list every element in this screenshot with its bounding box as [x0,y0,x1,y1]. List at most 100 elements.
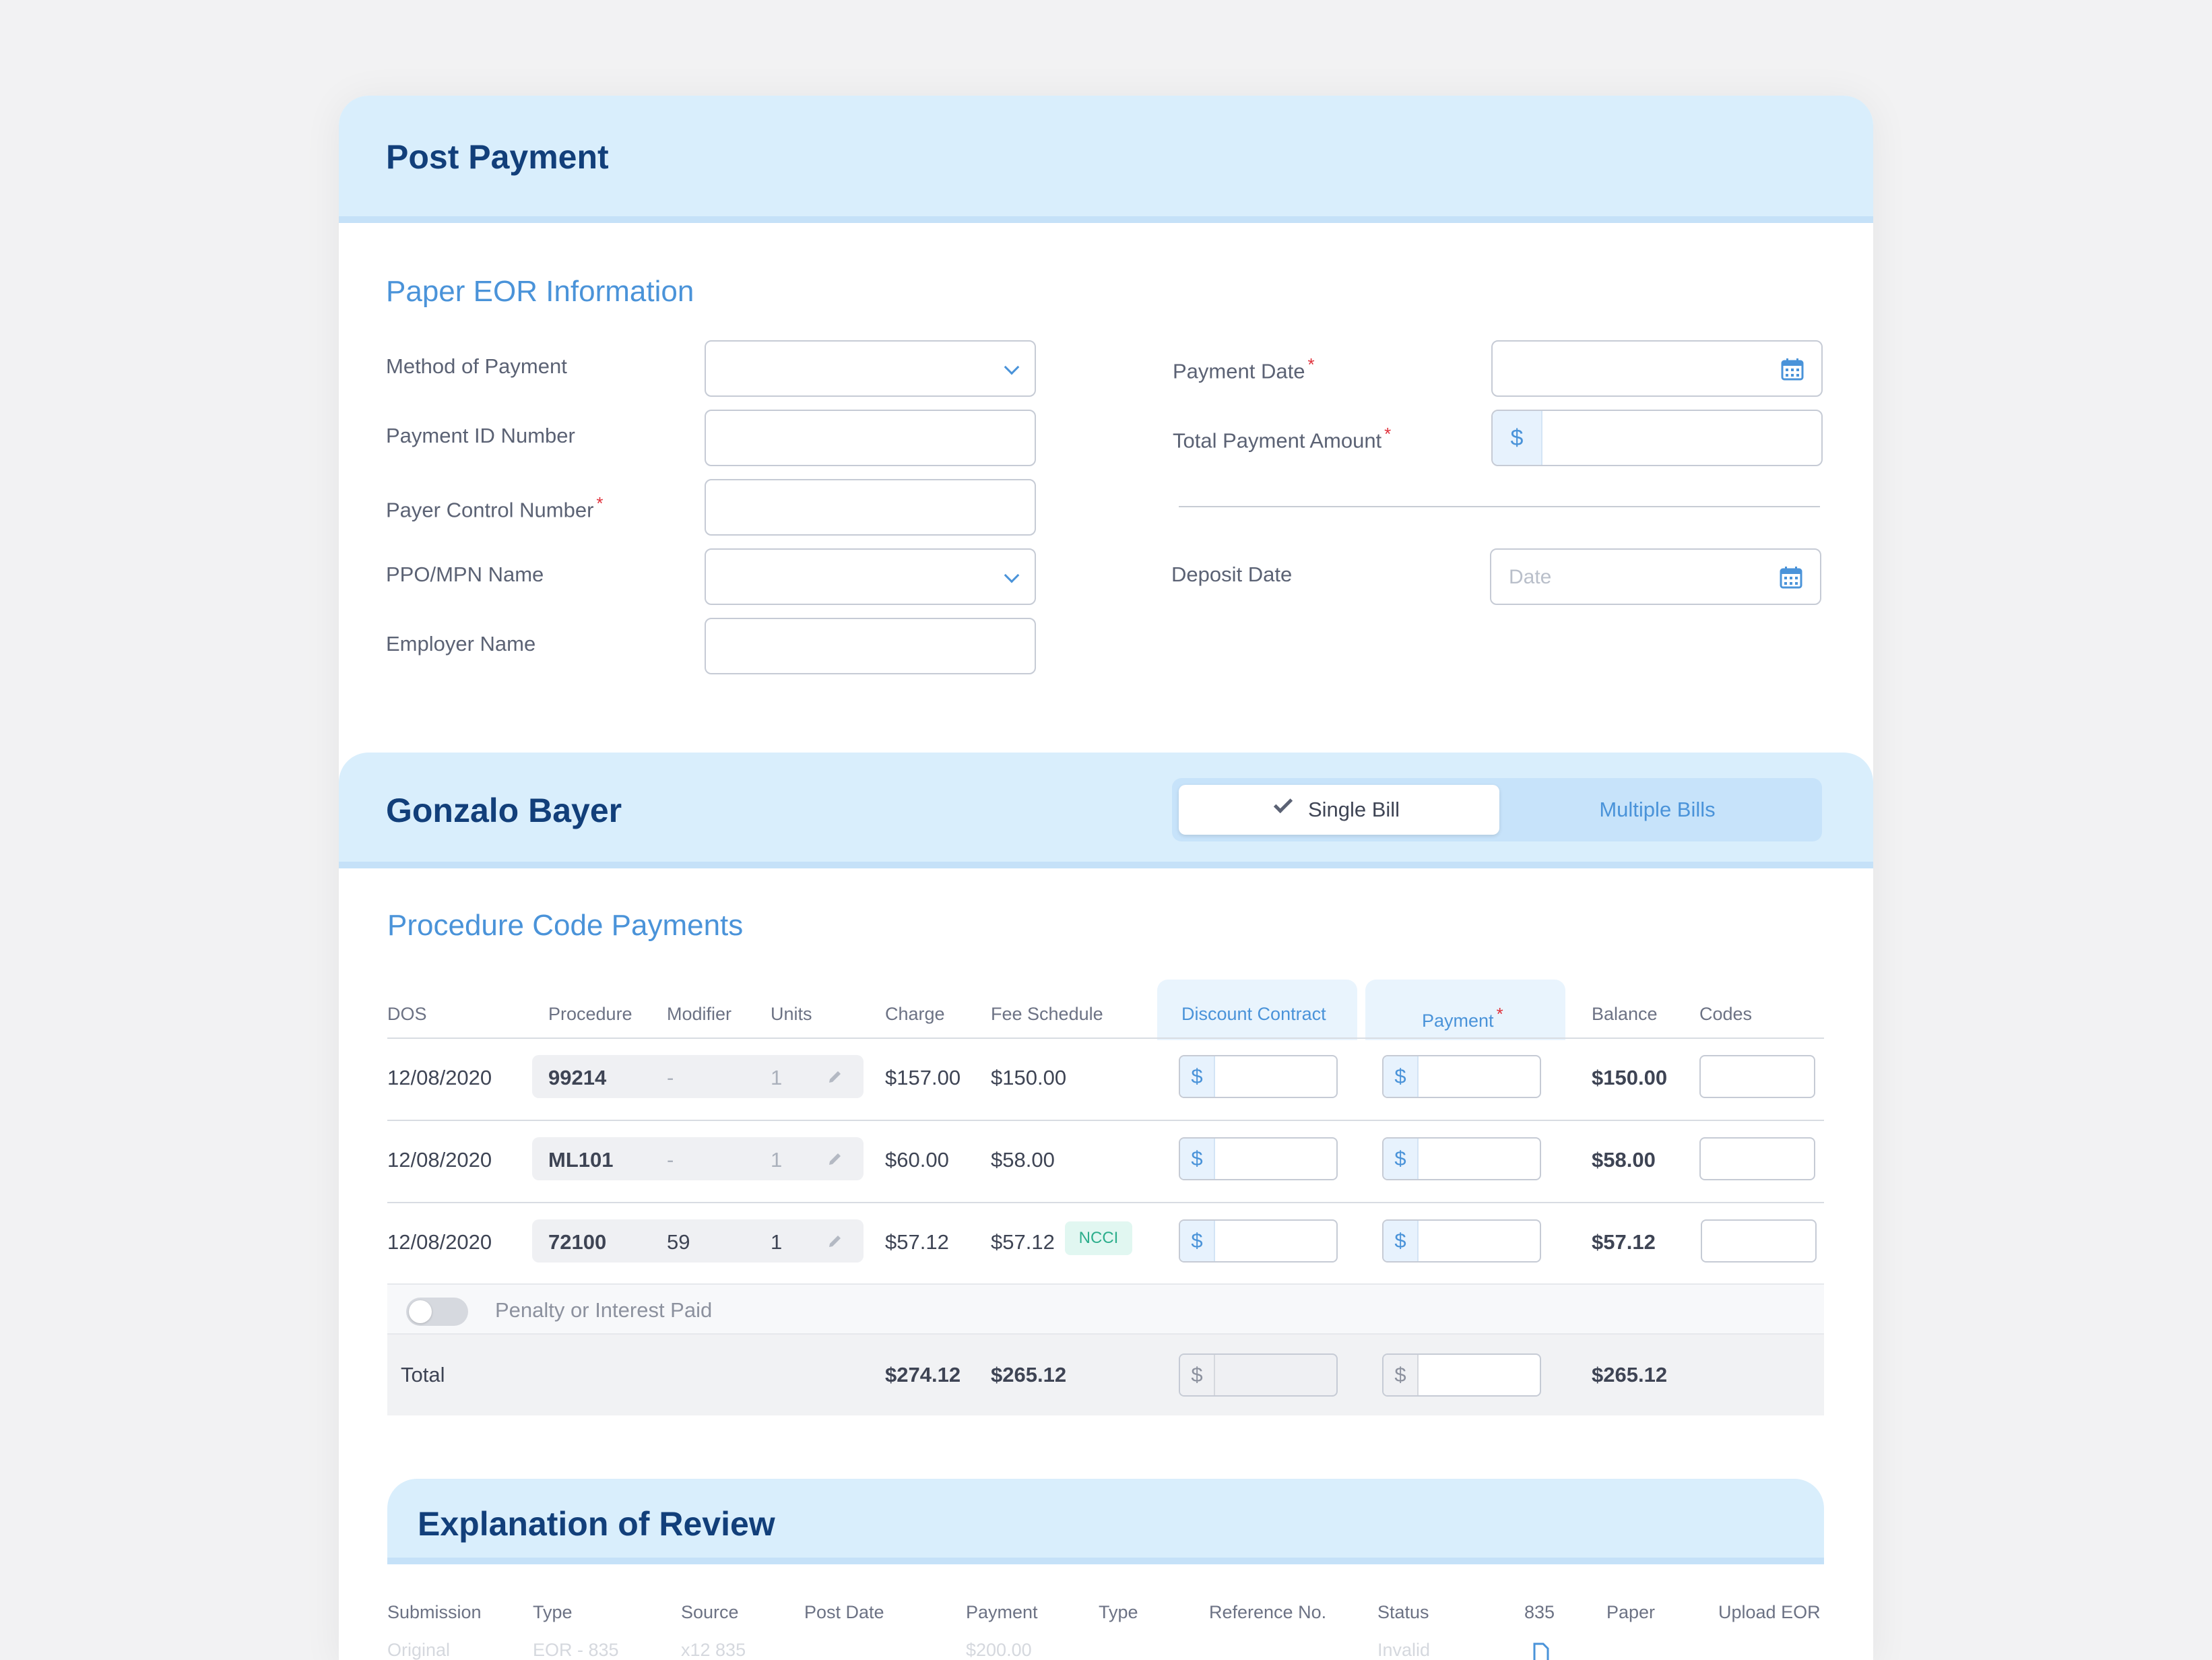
chevron-down-icon [1004,359,1020,375]
row-modifier: 59 [667,1230,690,1254]
payment-input[interactable]: $ [1382,1055,1541,1098]
dollar-prefix: $ [1384,1355,1419,1395]
row-procedure: 72100 [548,1230,607,1254]
payment-input[interactable]: $ [1382,1137,1541,1180]
row-units: 1 [771,1066,783,1089]
codes-input[interactable] [1701,1219,1817,1263]
total-balance: $265.12 [1592,1363,1668,1386]
codes-input[interactable] [1699,1137,1815,1180]
required-mark: * [1307,354,1315,375]
required-mark: * [1384,424,1392,444]
pencil-icon[interactable] [827,1233,843,1249]
multiple-bills-option[interactable]: Multiple Bills [1499,785,1815,835]
pencil-icon[interactable] [827,1151,843,1167]
post-payment-card: Post Payment Paper EOR Information Metho… [339,96,1873,1660]
eor-col-payment: Payment [966,1602,1038,1622]
eor-col-835: 835 [1524,1602,1555,1622]
ppo-mpn-name-select[interactable] [705,548,1036,605]
payment-input[interactable]: $ [1382,1219,1541,1263]
total-payment-amount-input[interactable]: $ [1491,410,1823,466]
employer-name-input[interactable] [705,618,1036,674]
col-balance: Balance [1592,1004,1658,1024]
toggle-knob [409,1300,432,1323]
row-modifier: - [667,1066,674,1089]
col-units: Units [771,1004,812,1024]
row-divider [387,1038,1824,1039]
total-payment-input[interactable]: $ [1382,1353,1541,1397]
total-fee-schedule: $265.12 [991,1363,1067,1386]
calendar-icon[interactable] [1781,358,1804,381]
row-procedure: 99214 [548,1066,607,1089]
col-dos: DOS [387,1004,427,1024]
document-icon[interactable] [1532,1642,1550,1660]
row-modifier: - [667,1148,674,1172]
row-units: 1 [771,1230,783,1254]
col-codes: Codes [1699,1004,1753,1024]
calendar-icon[interactable] [1780,566,1802,589]
dollar-prefix: $ [1493,411,1542,465]
row-dos: 12/08/2020 [387,1066,492,1089]
row-charge: $57.12 [885,1230,949,1254]
col-payment: Payment * [1422,1004,1503,1031]
payer-control-number-input[interactable] [705,479,1036,536]
total-charge: $274.12 [885,1363,961,1386]
page-title: Post Payment [386,138,609,176]
paper-eor-title: Paper EOR Information [386,275,694,308]
row-balance: $57.12 [1592,1230,1656,1254]
discount-contract-input[interactable]: $ [1179,1055,1338,1098]
eor-col-paper: Paper [1606,1602,1656,1622]
total-payment-amount-label: Total Payment Amount * [1173,424,1391,453]
payment-date-label: Payment Date * [1173,354,1315,383]
chevron-down-icon [1004,567,1020,583]
dollar-prefix: $ [1180,1056,1215,1097]
deposit-date-input[interactable]: Date [1490,548,1821,605]
procedure-payments-title: Procedure Code Payments [387,909,744,942]
deposit-date-placeholder: Date [1509,566,1552,588]
eor-col-type: Type [533,1602,573,1622]
row-divider [387,1202,1824,1203]
payer-control-number-text: Payer Control Number [386,498,594,522]
ppo-mpn-name-label: PPO/MPN Name [386,563,544,586]
eor-header: Explanation of Review [387,1479,1824,1564]
payment-date-text: Payment Date [1173,359,1305,383]
dollar-prefix: $ [1384,1221,1419,1261]
col-payment-text: Payment [1422,1011,1494,1031]
eor-col-source: Source [681,1602,739,1622]
row-divider [387,1120,1824,1121]
discount-contract-input[interactable]: $ [1179,1137,1338,1180]
deposit-date-label: Deposit Date [1171,563,1293,586]
row-fee-schedule: $150.00 [991,1066,1067,1089]
employer-name-label: Employer Name [386,632,536,656]
bill-toggle: Single Bill Multiple Bills [1172,778,1822,841]
method-of-payment-select[interactable] [705,340,1036,397]
discount-contract-input[interactable]: $ [1179,1219,1338,1263]
row-charge: $157.00 [885,1066,961,1089]
patient-name: Gonzalo Bayer [386,792,622,829]
dollar-prefix: $ [1180,1221,1215,1261]
eor-col-submission: Submission [387,1602,482,1622]
total-label: Total [401,1363,445,1386]
single-bill-option[interactable]: Single Bill [1179,785,1499,835]
row-dos: 12/08/2020 [387,1148,492,1172]
eor-row-payment: $200.00 [966,1640,1032,1660]
row-balance: $58.00 [1592,1148,1656,1172]
penalty-row: Penalty or Interest Paid [387,1283,1824,1335]
codes-input[interactable] [1699,1055,1815,1098]
pencil-icon[interactable] [827,1068,843,1085]
checkmark-icon [1273,794,1293,814]
ncci-badge: NCCI [1065,1221,1132,1255]
col-modifier: Modifier [667,1004,732,1024]
penalty-toggle[interactable] [406,1298,468,1326]
payment-id-number-input[interactable] [705,410,1036,466]
method-of-payment-label: Method of Payment [386,354,567,378]
required-mark: * [596,493,604,513]
row-charge: $60.00 [885,1148,949,1172]
eor-row-submission: Original [387,1640,451,1660]
row-fee-schedule: $58.00 [991,1148,1055,1172]
row-balance: $150.00 [1592,1066,1668,1089]
eor-row-type: EOR - 835 [533,1640,619,1660]
divider [1179,506,1820,507]
dollar-prefix: $ [1180,1139,1215,1179]
penalty-label: Penalty or Interest Paid [495,1298,713,1322]
payment-date-input[interactable] [1491,340,1823,397]
